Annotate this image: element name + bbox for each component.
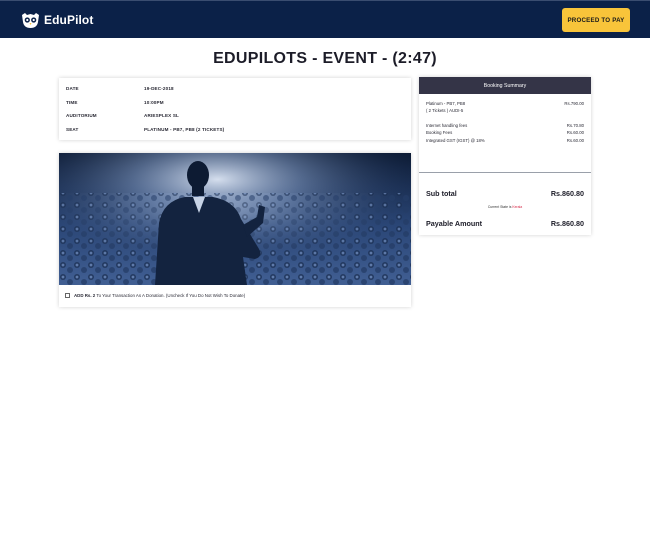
fee-label: Integrated GST (IGST) @ 18% bbox=[426, 138, 485, 143]
fee-label: Internet handling fees bbox=[426, 123, 468, 128]
subtotal-amount: Rs.860.80 bbox=[550, 189, 584, 198]
fee-amount: Rs.70.80 bbox=[566, 123, 584, 128]
payable-label: Payable Amount bbox=[426, 219, 483, 228]
donation-option[interactable]: ADD Rs. 2 To Your Transaction As A Donat… bbox=[65, 293, 245, 298]
fee-amount: Rs.60.00 bbox=[566, 130, 584, 135]
detail-value: PLATINUM - PB7, PB8 (2 TICKETS) bbox=[144, 126, 225, 132]
current-state-note: Current State is Kerala bbox=[419, 205, 591, 209]
detail-value: 10:00PM bbox=[144, 99, 164, 105]
brand-logo[interactable]: EduPilot bbox=[21, 11, 93, 29]
ticket-amount: Rs.790.00 bbox=[564, 101, 584, 106]
proceed-to-pay-button[interactable]: PROCEED TO PAY bbox=[562, 8, 630, 32]
event-details-card: DATE 19-DEC-2018 TIME 10:00PM AUDITORIUM… bbox=[59, 78, 411, 140]
ticket-line: Platinum - PB7, PB8 Rs.790.00 bbox=[426, 101, 584, 106]
donation-checkbox[interactable] bbox=[65, 293, 70, 298]
detail-value: 19-DEC-2018 bbox=[144, 86, 174, 91]
donation-text: ADD Rs. 2 To Your Transaction As A Donat… bbox=[74, 293, 245, 298]
ticket-sub-line: ( 2 Tickets ) AUDI-5 bbox=[426, 108, 584, 113]
fee-line: Booking Fees Rs.60.00 bbox=[426, 130, 584, 135]
donation-description: To Your Transaction As A Donation. (Unch… bbox=[96, 293, 246, 298]
detail-label: DATE bbox=[66, 86, 79, 91]
ticket-label: Platinum - PB7, PB8 bbox=[426, 101, 466, 106]
state-name[interactable]: Kerala bbox=[512, 205, 522, 209]
state-prefix: Current State is bbox=[487, 205, 512, 209]
detail-label: AUDITORIUM bbox=[66, 113, 97, 118]
top-navbar: EduPilot PROCEED TO PAY bbox=[0, 0, 650, 38]
detail-row-time: TIME 10:00PM bbox=[59, 96, 411, 110]
page-title: EDUPILOTS - EVENT - (2:47) bbox=[213, 50, 437, 67]
fee-line: Integrated GST (IGST) @ 18% Rs.60.00 bbox=[426, 138, 584, 143]
ticket-sub-label: ( 2 Tickets ) AUDI-5 bbox=[426, 108, 464, 113]
detail-label: TIME bbox=[66, 99, 78, 105]
booking-summary-card: Booking Summary Platinum - PB7, PB8 Rs.7… bbox=[419, 77, 591, 235]
owl-icon bbox=[21, 12, 40, 29]
donation-amount: ADD Rs. 2 bbox=[74, 293, 96, 298]
event-image-card: ADD Rs. 2 To Your Transaction As A Donat… bbox=[59, 153, 411, 307]
booking-summary-title: Booking Summary bbox=[419, 77, 591, 94]
payable-amount: Rs.860.80 bbox=[550, 219, 584, 228]
payable-row: Payable Amount Rs.860.80 bbox=[426, 219, 584, 228]
fee-label: Booking Fees bbox=[426, 130, 453, 135]
event-photo bbox=[59, 153, 411, 285]
detail-row-seat: SEAT PLATINUM - PB7, PB8 (2 TICKETS) bbox=[59, 123, 411, 137]
detail-row-date: DATE 19-DEC-2018 bbox=[59, 82, 411, 96]
detail-label: SEAT bbox=[66, 126, 79, 132]
detail-value: ARIESPLEX SL bbox=[144, 113, 179, 118]
subtotal-row: Sub total Rs.860.80 bbox=[426, 189, 584, 198]
fee-line: Internet handling fees Rs.70.80 bbox=[426, 123, 584, 128]
fee-amount: Rs.60.00 bbox=[566, 138, 584, 143]
detail-row-auditorium: AUDITORIUM ARIESPLEX SL bbox=[59, 109, 411, 123]
subtotal-label: Sub total bbox=[426, 189, 457, 198]
summary-divider bbox=[419, 172, 591, 173]
brand-name: EduPilot bbox=[44, 13, 94, 27]
